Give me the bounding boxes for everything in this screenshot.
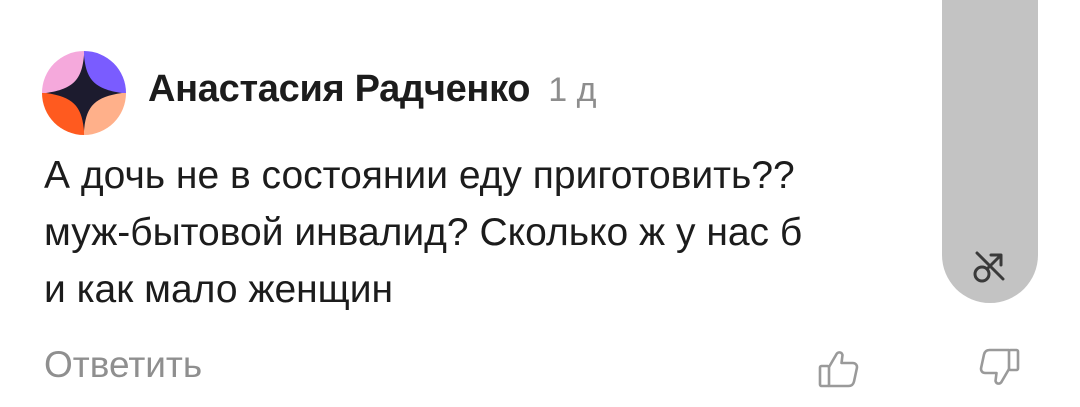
comment-line: муж-бытовой инвалид? Сколько ж у нас б	[44, 211, 803, 254]
reply-button[interactable]: Ответить	[44, 344, 202, 386]
pip-off-icon[interactable]	[969, 245, 1011, 287]
floating-video-panel[interactable]	[942, 0, 1038, 303]
thumbs-up-icon[interactable]	[816, 345, 862, 391]
avatar-icon	[42, 51, 126, 135]
author-name[interactable]: Анастасия Радченко	[148, 68, 531, 111]
comment-line: и как мало женщин	[44, 268, 394, 311]
comment-text: А дочь не в состоянии еду приготовить?? …	[44, 147, 944, 318]
comment-line: А дочь не в состоянии еду приготовить??	[44, 154, 795, 197]
avatar[interactable]	[42, 51, 126, 135]
comment-header: Анастасия Радченко 1 д	[148, 68, 596, 118]
thumbs-down-icon[interactable]	[976, 345, 1022, 391]
comment-time: 1 д	[548, 71, 597, 109]
